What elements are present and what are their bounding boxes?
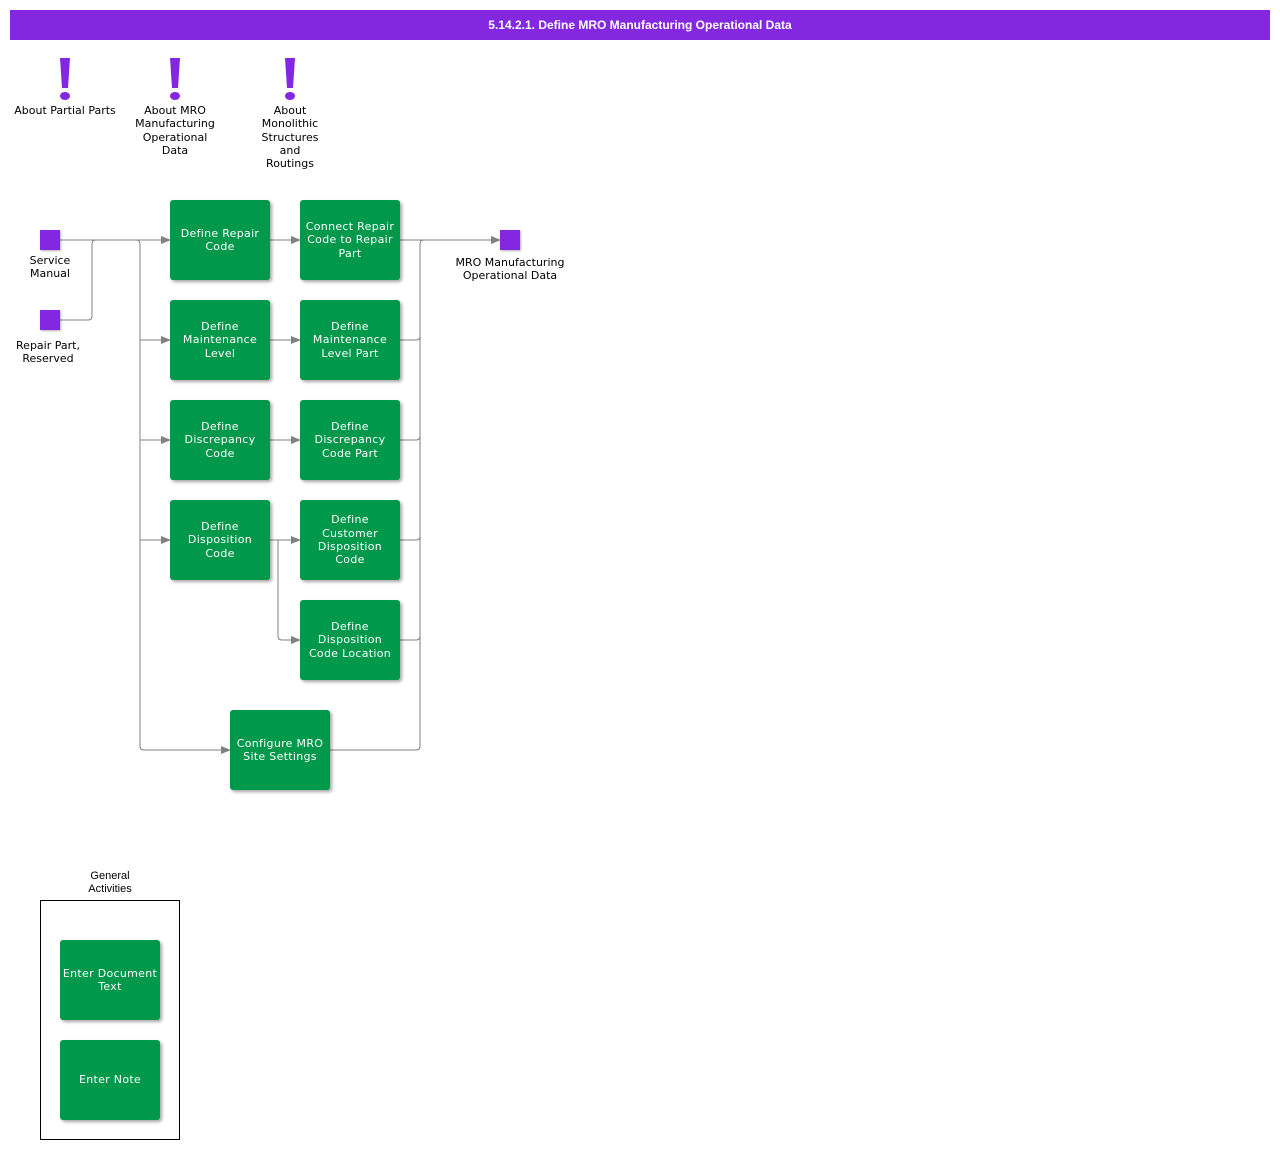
event-label: MRO Manufacturing Operational Data — [455, 256, 565, 283]
connector — [400, 335, 421, 341]
task-label: Define Discrepancy Code — [184, 420, 256, 460]
task-configure-mro-site-settings[interactable]: Configure MRO Site Settings — [230, 710, 330, 790]
task-connect-repair-code-to-repair-part[interactable]: Connect Repair Code to Repair Part — [300, 200, 400, 280]
task-label: Connect Repair Code to Repair Part — [305, 220, 395, 260]
task-define-discrepancy-code[interactable]: Define Discrepancy Code — [170, 400, 270, 480]
task-define-maintenance-level[interactable]: Define Maintenance Level — [170, 300, 270, 380]
task-label: Enter Document Text — [62, 966, 158, 993]
task-label: Define Discrepancy Code Part — [314, 420, 386, 460]
task-label: Define Repair Code — [180, 226, 260, 253]
task-label: Define Disposition Code Location — [308, 620, 392, 660]
task-label: Define Maintenance Level — [182, 320, 258, 360]
general-activities-label: General Activities — [88, 870, 132, 895]
task-define-maintenance-level-part[interactable]: Define Maintenance Level Part — [300, 300, 400, 380]
task-label: Configure MRO Site Settings — [236, 736, 324, 763]
connector — [400, 435, 421, 441]
event-label: Service Manual — [29, 254, 71, 281]
task-label: Enter Note — [78, 1073, 142, 1087]
task-enter-note[interactable]: Enter Note — [60, 1040, 160, 1120]
event-label: Repair Part, Reserved — [16, 339, 80, 366]
connector — [277, 540, 301, 644]
task-define-customer-disposition-code[interactable]: Define Customer Disposition Code — [300, 500, 400, 580]
task-enter-document-text[interactable]: Enter Document Text — [60, 940, 160, 1020]
event-mro-manufacturing-operational-data[interactable] — [500, 230, 520, 250]
task-label: Define Customer Disposition Code — [317, 513, 383, 567]
task-label: Define Disposition Code — [187, 520, 253, 560]
task-define-discrepancy-code-part[interactable]: Define Discrepancy Code Part — [300, 400, 400, 480]
task-define-disposition-code-location[interactable]: Define Disposition Code Location — [300, 600, 400, 680]
connector — [400, 635, 421, 641]
task-define-repair-code[interactable]: Define Repair Code — [170, 200, 270, 280]
connector — [400, 535, 421, 541]
event-service-manual[interactable] — [40, 230, 60, 250]
task-define-disposition-code[interactable]: Define Disposition Code — [170, 500, 270, 580]
task-label: Define Maintenance Level Part — [312, 320, 388, 360]
event-repair-part-reserved[interactable] — [40, 310, 60, 330]
